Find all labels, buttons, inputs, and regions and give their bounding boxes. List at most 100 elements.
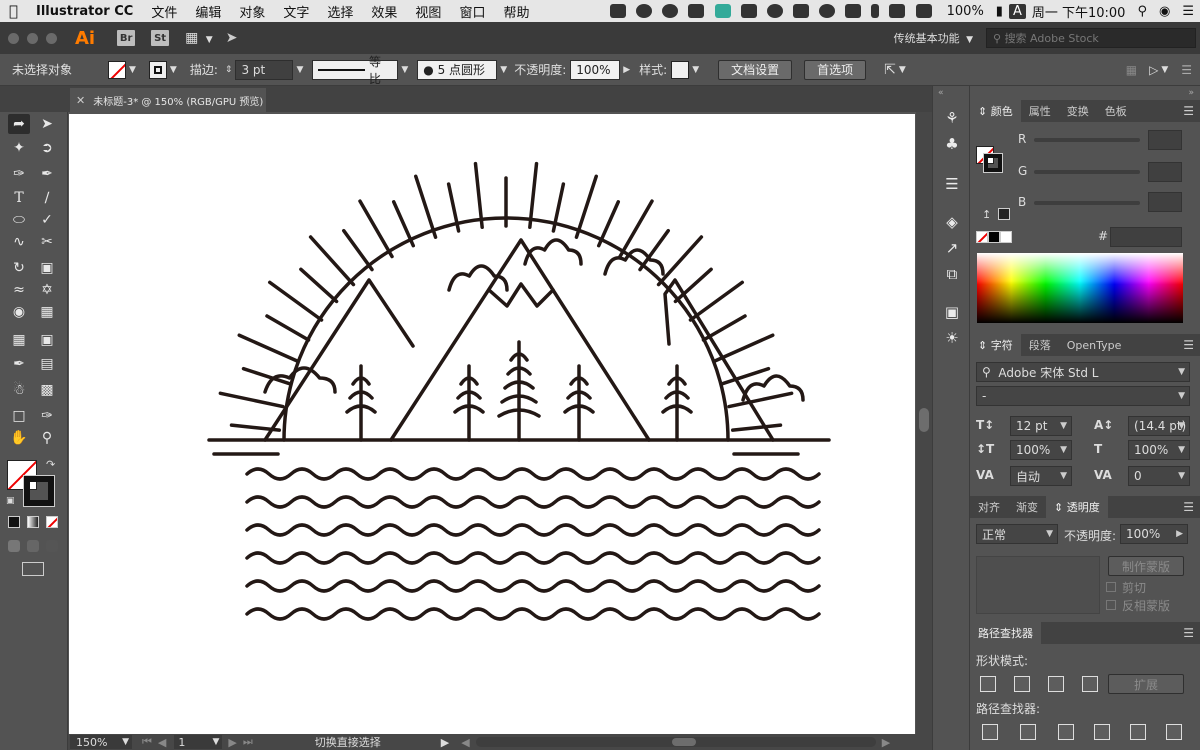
transform-icon[interactable]: ▷ (1149, 63, 1158, 77)
sunrise-mountain-illustration[interactable] (69, 114, 915, 734)
horizontal-scrollbar[interactable] (475, 737, 876, 747)
magic-wand-tool-icon[interactable]: ✦ (8, 138, 30, 158)
grid-icon[interactable] (792, 4, 809, 18)
send-icon[interactable] (688, 4, 705, 18)
clip-checkbox[interactable] (1106, 582, 1116, 592)
symbol-sprayer-tool-icon[interactable]: ☃ (8, 380, 30, 400)
cloud-icon[interactable] (766, 4, 783, 18)
document-setup-button[interactable]: 文档设置 (718, 59, 793, 80)
direct-selection-tool-icon[interactable]: ➤ (36, 114, 58, 134)
menu-select[interactable]: 选择 (318, 2, 362, 21)
menu-file[interactable]: 文件 (142, 2, 186, 21)
type-tool-icon[interactable]: T (8, 188, 30, 208)
first-artboard-icon[interactable]: ⏮ (142, 735, 152, 749)
mesh-tool-icon[interactable]: ▦ (8, 330, 30, 350)
b-slider[interactable] (1034, 201, 1140, 205)
vertical-scroll-thumb[interactable] (919, 408, 929, 432)
stroke-weight-dropdown-icon[interactable]: ▼ (296, 65, 303, 75)
draw-normal-icon[interactable] (8, 540, 20, 552)
stock-search-input[interactable]: ⚲ 搜索 Adobe Stock (986, 28, 1196, 48)
minimize-window-button[interactable] (27, 32, 38, 44)
hex-field[interactable] (1110, 227, 1182, 247)
column-graph-tool-icon[interactable]: ▩ (36, 380, 58, 400)
ellipse-tool-icon[interactable]: ⬭ (8, 210, 30, 230)
transparency-panel-menu-icon[interactable]: ☰ (1183, 500, 1194, 514)
style-dropdown-icon[interactable]: ▼ (692, 65, 699, 75)
character-panel-menu-icon[interactable]: ☰ (1183, 338, 1194, 352)
stock-button[interactable]: St (151, 30, 170, 46)
close-window-button[interactable] (8, 32, 19, 44)
tab-color[interactable]: ⇕ 颜色 (970, 100, 1021, 122)
bridge-button[interactable]: Br (117, 30, 136, 46)
exclude-icon[interactable] (1082, 676, 1098, 692)
stroke-swatch[interactable] (148, 60, 167, 79)
wechat-icon[interactable] (636, 4, 653, 18)
line-tool-icon[interactable]: ∕ (36, 188, 58, 208)
selection-tool-icon[interactable]: ➦ (8, 114, 30, 134)
close-tab-icon[interactable]: ✕ (76, 94, 85, 107)
volume-icon[interactable] (915, 4, 932, 18)
tab-pathfinder[interactable]: 路径查找器 (970, 622, 1041, 644)
perspective-grid-tool-icon[interactable]: ▦ (36, 302, 58, 322)
app-menu[interactable]: Illustrator CC (27, 4, 142, 19)
spotlight-icon[interactable]: ⚲ (1131, 4, 1153, 19)
fill-dropdown-icon[interactable]: ▼ (129, 65, 136, 75)
horizontal-scale-field[interactable]: 100% ▼ (1128, 440, 1190, 460)
paintbrush-tool-icon[interactable]: ✓ (36, 210, 58, 230)
hand-tool-icon[interactable]: ✋ (8, 428, 30, 448)
color-spectrum[interactable] (977, 253, 1183, 323)
white-swatch[interactable] (1000, 231, 1012, 243)
color-panel-menu-icon[interactable]: ☰ (1183, 104, 1194, 118)
shape-builder-tool-icon[interactable]: ◉ (8, 302, 30, 322)
tab-transparency[interactable]: ⇕ 透明度 (1046, 496, 1108, 518)
tab-opentype[interactable]: OpenType (1059, 334, 1130, 356)
hscroll-right-icon[interactable]: ▶ (882, 736, 890, 749)
invert-mask-checkbox[interactable] (1106, 600, 1116, 610)
intersect-icon[interactable] (1048, 676, 1064, 692)
merge-icon[interactable] (1058, 724, 1074, 740)
zoom-field[interactable]: 150% ▼ (70, 735, 132, 749)
fill-swatch[interactable] (108, 60, 126, 79)
zoom-tool-icon[interactable]: ⚲ (36, 428, 58, 448)
stroke-weight-field[interactable]: 3 pt (235, 59, 294, 80)
tab-transform[interactable]: 变换 (1059, 100, 1097, 122)
gamut-swatch[interactable] (998, 208, 1010, 220)
eyedropper-tool-icon[interactable]: ✒ (8, 354, 30, 374)
transparency-opacity-field[interactable]: 100% ▶ (1120, 524, 1188, 544)
g-value-field[interactable] (1148, 162, 1182, 182)
out-of-gamut-icon[interactable]: ↥ (982, 208, 991, 221)
mail-icon[interactable] (609, 4, 626, 18)
export-panel-icon[interactable]: ↗ (942, 238, 962, 258)
artboard[interactable] (69, 114, 915, 734)
screen-mode-icon[interactable] (22, 562, 44, 576)
symbols-panel-icon[interactable]: ♣ (942, 134, 962, 154)
menu-window[interactable]: 窗口 (450, 2, 494, 21)
image-trace-panel-icon[interactable]: ▣ (942, 302, 962, 322)
artboards-panel-icon[interactable]: ⧉ (942, 264, 962, 284)
make-mask-button[interactable]: 制作蒙版 (1108, 556, 1184, 576)
b-value-field[interactable] (1148, 192, 1182, 212)
scale-tool-icon[interactable]: ▣ (36, 258, 58, 278)
artboard-tool-icon[interactable]: □ (8, 406, 30, 426)
menu-effect[interactable]: 效果 (362, 2, 406, 21)
vertical-scale-field[interactable]: 100% ▼ (1010, 440, 1072, 460)
outline-icon[interactable] (1130, 724, 1146, 740)
r-value-field[interactable] (1148, 130, 1182, 150)
minus-back-icon[interactable] (1166, 724, 1182, 740)
appearance-panel-icon[interactable]: ☀ (942, 328, 962, 348)
brush-dropdown-icon[interactable]: ▼ (500, 65, 507, 75)
collapse-dock-icon[interactable]: « (938, 88, 944, 98)
font-family-dropdown[interactable]: ⚲ Adobe 宋体 Std L ▼ (976, 362, 1190, 382)
tab-character[interactable]: ⇕ 字符 (970, 334, 1021, 356)
browser-icon[interactable] (714, 4, 731, 18)
slice-tool-icon[interactable]: ✑ (36, 406, 58, 426)
arrange-documents-icon[interactable]: ▦ ▼ (185, 30, 216, 46)
black-swatch[interactable] (988, 231, 1000, 243)
artboard-number-field[interactable]: 1 ▼ (174, 735, 223, 749)
status-menu-arrow-icon[interactable]: ▶ (441, 736, 449, 749)
zoom-window-button[interactable] (46, 32, 57, 44)
next-artboard-icon[interactable]: ▶ (228, 736, 236, 749)
color-panel-stroke-icon[interactable] (983, 153, 1003, 173)
kerning-field[interactable]: 自动 ▼ (1010, 466, 1072, 486)
g-slider[interactable] (1034, 170, 1140, 174)
